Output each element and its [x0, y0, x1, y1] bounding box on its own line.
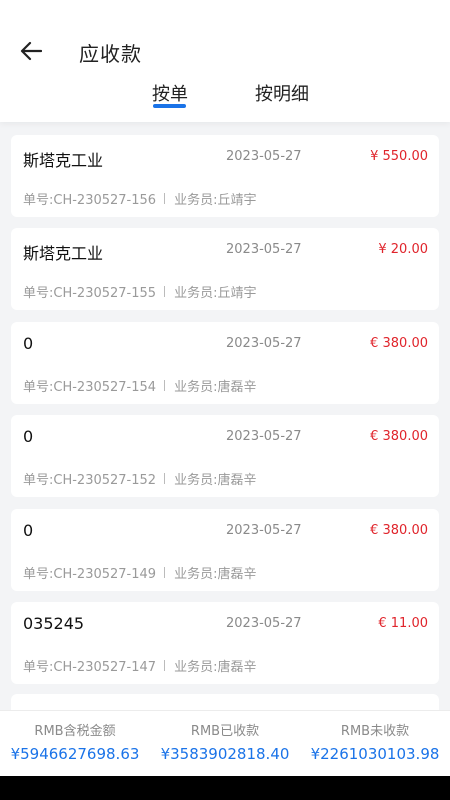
order-number: 单号:CH-230527-155: [23, 286, 157, 301]
summary-label: RMB已收款: [190, 724, 260, 739]
order-card[interactable]: 035245 2023-05-27 € 11.00 单号:CH-230527-1…: [11, 602, 439, 684]
order-card[interactable]: 斯塔克工业 2023-05-27 ¥ 550.00 单号:CH-230527-1…: [11, 135, 439, 217]
tab-by-order[interactable]: 按单: [150, 80, 190, 106]
summary-value: ¥3583902818.40: [160, 745, 290, 763]
order-date: 2023-05-27: [226, 242, 302, 257]
salesperson: 业务员:唐磊辛: [174, 567, 257, 582]
summary-value: ¥5946627698.63: [10, 745, 140, 763]
page-title: 应收款: [79, 42, 142, 66]
order-number: 单号:CH-230527-156: [23, 193, 157, 208]
order-amount: € 380.00: [370, 336, 428, 351]
order-date: 2023-05-27: [226, 429, 302, 444]
salesperson: 业务员:丘靖宇: [174, 286, 257, 301]
order-card[interactable]: 斯塔克工业 2023-05-27 ¥ 20.00 单号:CH-230527-15…: [11, 228, 439, 310]
order-card[interactable]: 0 2023-05-27 € 380.00 单号:CH-230527-152 业…: [11, 415, 439, 497]
customer-name: 0: [23, 427, 34, 446]
summary-received: RMB已收款 ¥3583902818.40: [150, 711, 300, 776]
order-list[interactable]: 斯塔克工业 2023-05-27 ¥ 550.00 单号:CH-230527-1…: [0, 122, 450, 710]
summary-outstanding: RMB未收款 ¥2261030103.98: [300, 711, 450, 776]
salesperson: 业务员:唐磊辛: [174, 473, 257, 488]
order-card[interactable]: 0 2023-05-27 € 380.00 单号:CH-230527-154 业…: [11, 322, 439, 404]
order-date: 2023-05-27: [226, 616, 302, 631]
summary-label: RMB未收款: [340, 724, 410, 739]
order-number: 单号:CH-230527-149: [23, 567, 157, 582]
divider: [164, 380, 166, 391]
order-meta: 单号:CH-230527-155 业务员:丘靖宇: [23, 282, 256, 301]
customer-name: 0: [23, 521, 34, 540]
summary-total: RMB含税金额 ¥5946627698.63: [0, 711, 150, 776]
divider: [164, 567, 166, 578]
tab-by-detail[interactable]: 按明细: [252, 80, 312, 106]
order-date: 2023-05-27: [226, 149, 302, 164]
summary-label: RMB含税金额: [34, 724, 116, 739]
salesperson: 业务员:丘靖宇: [174, 193, 257, 208]
order-number: 单号:CH-230527-154: [23, 380, 157, 395]
header: 应收款 按单 按明细: [0, 0, 450, 122]
salesperson: 业务员:唐磊辛: [174, 660, 257, 675]
order-date: 2023-05-27: [226, 523, 302, 538]
arrow-left-icon: [20, 41, 42, 61]
order-meta: 单号:CH-230527-147 业务员:唐磊辛: [23, 656, 256, 675]
order-meta: 单号:CH-230527-154 业务员:唐磊辛: [23, 376, 256, 395]
customer-name: 0: [23, 334, 34, 353]
app-root: 应收款 按单 按明细 斯塔克工业 2023-05-27 ¥ 550.00 单号:…: [0, 0, 450, 800]
order-amount: € 11.00: [378, 616, 428, 631]
order-number: 单号:CH-230527-152: [23, 473, 157, 488]
order-date: 2023-05-27: [226, 336, 302, 351]
order-amount: ¥ 20.00: [378, 242, 428, 257]
back-button[interactable]: [14, 36, 48, 66]
customer-name: 035245: [23, 614, 85, 633]
divider: [164, 473, 166, 484]
summary-value: ¥2261030103.98: [310, 745, 440, 763]
salesperson: 业务员:唐磊辛: [174, 380, 257, 395]
order-meta: 单号:CH-230527-156 业务员:丘靖宇: [23, 189, 256, 208]
order-meta: 单号:CH-230527-152 业务员:唐磊辛: [23, 469, 256, 488]
order-amount: € 380.00: [370, 523, 428, 538]
divider: [164, 193, 166, 204]
active-tab-indicator: [153, 104, 186, 108]
order-number: 单号:CH-230527-147: [23, 660, 157, 675]
order-card-partial[interactable]: [11, 694, 439, 710]
order-amount: ¥ 550.00: [370, 149, 428, 164]
order-meta: 单号:CH-230527-149 业务员:唐磊辛: [23, 563, 256, 582]
system-nav-bar: [0, 776, 450, 800]
summary-bar: RMB含税金额 ¥5946627698.63 RMB已收款 ¥358390281…: [0, 710, 450, 776]
divider: [164, 286, 166, 297]
order-amount: € 380.00: [370, 429, 428, 444]
order-card[interactable]: 0 2023-05-27 € 380.00 单号:CH-230527-149 业…: [11, 509, 439, 591]
divider: [164, 660, 166, 671]
customer-name: 斯塔克工业: [23, 244, 104, 263]
customer-name: 斯塔克工业: [23, 151, 104, 170]
